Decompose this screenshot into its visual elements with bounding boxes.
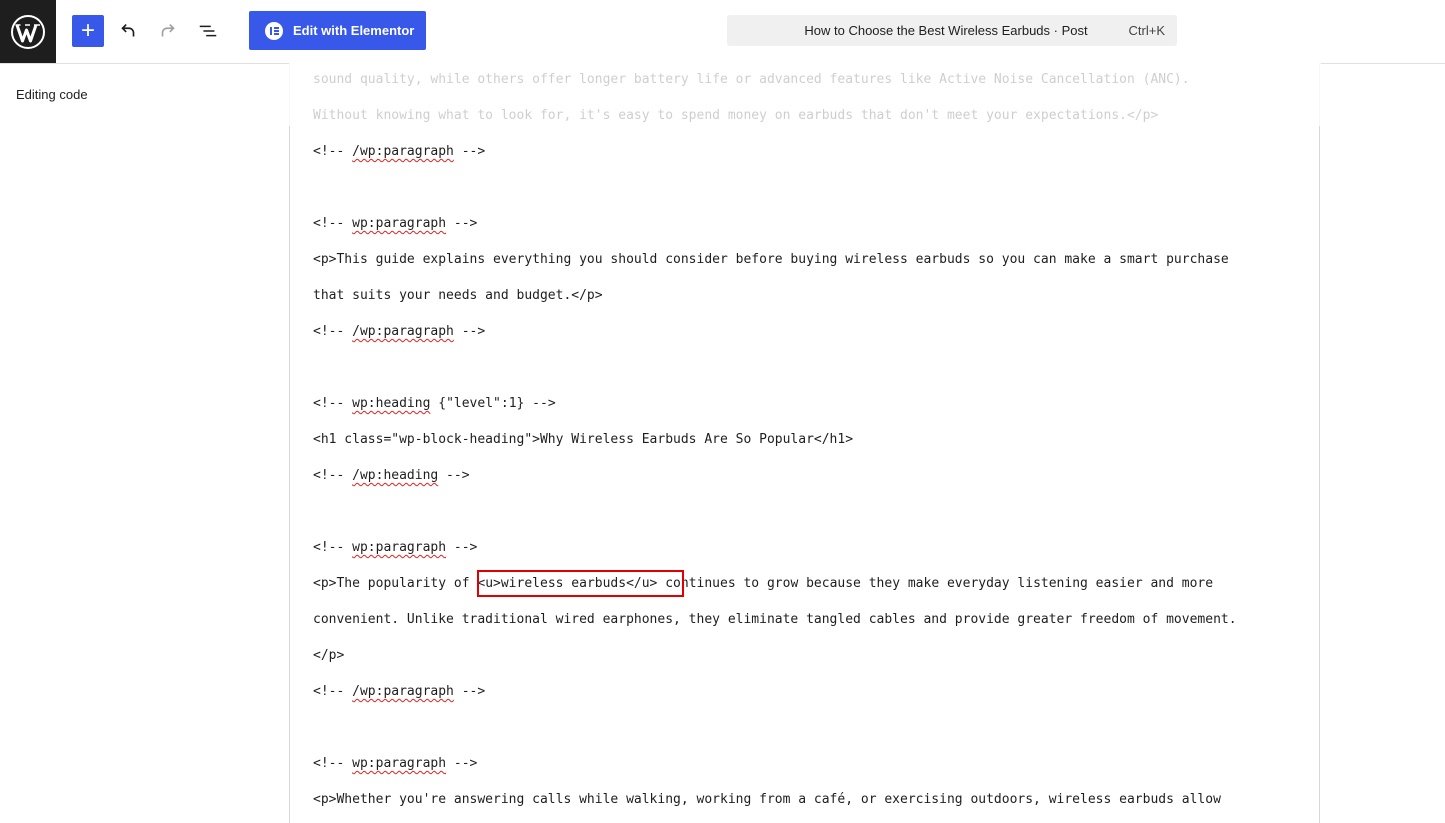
code-line: Without knowing what to look for, it's e… — [313, 108, 1159, 123]
add-block-button[interactable]: + — [72, 15, 104, 47]
code-line: <!-- /wp:paragraph --> — [313, 144, 486, 159]
redo-icon[interactable] — [153, 16, 183, 46]
command-shortcut: Ctrl+K — [1128, 23, 1165, 38]
undo-icon[interactable] — [113, 16, 143, 46]
code-line: that suits your needs and budget.</p> — [313, 288, 603, 303]
code-line: <!-- /wp:paragraph --> — [313, 684, 486, 699]
code-line: <p>This guide explains everything you sh… — [313, 252, 1229, 267]
code-line: <!-- /wp:paragraph --> — [313, 324, 486, 339]
code-line: <p>The popularity of <u>wireless earbuds… — [313, 576, 1214, 591]
highlighted-code: <u>wireless earbuds</u> — [477, 576, 658, 591]
code-line: sound quality, while others offer longer… — [313, 72, 1190, 87]
edit-with-elementor-button[interactable]: Edit with Elementor — [249, 11, 426, 50]
code-line: <!-- wp:paragraph --> — [313, 540, 478, 555]
code-line: <!-- wp:paragraph --> — [313, 216, 478, 231]
code-line: <!-- wp:paragraph --> — [313, 756, 478, 771]
plus-icon: + — [80, 17, 95, 44]
code-line: <p>Whether you're answering calls while … — [313, 792, 1221, 807]
code-editor-text[interactable]: sound quality, while others offer longer… — [313, 0, 1237, 807]
code-line: </p> — [313, 648, 345, 663]
document-overview-icon[interactable] — [193, 16, 223, 46]
code-line: <!-- /wp:heading --> — [313, 468, 470, 483]
elementor-button-label: Edit with Elementor — [293, 23, 415, 38]
document-title: How to Choose the Best Wireless Earbuds … — [804, 23, 1088, 38]
elementor-icon — [265, 21, 283, 40]
wordpress-logo-icon[interactable] — [0, 0, 56, 63]
code-line: <h1 class="wp-block-heading">Why Wireles… — [313, 432, 854, 447]
document-bar[interactable]: How to Choose the Best Wireless Earbuds … — [727, 15, 1177, 46]
editing-code-label: Editing code — [16, 87, 88, 102]
code-line: <!-- wp:heading {"level":1} --> — [313, 396, 556, 411]
editor-top-toolbar: + Edit with Elementor How to Choose the … — [0, 0, 1445, 64]
code-line: convenient. Unlike traditional wired ear… — [313, 612, 1237, 627]
